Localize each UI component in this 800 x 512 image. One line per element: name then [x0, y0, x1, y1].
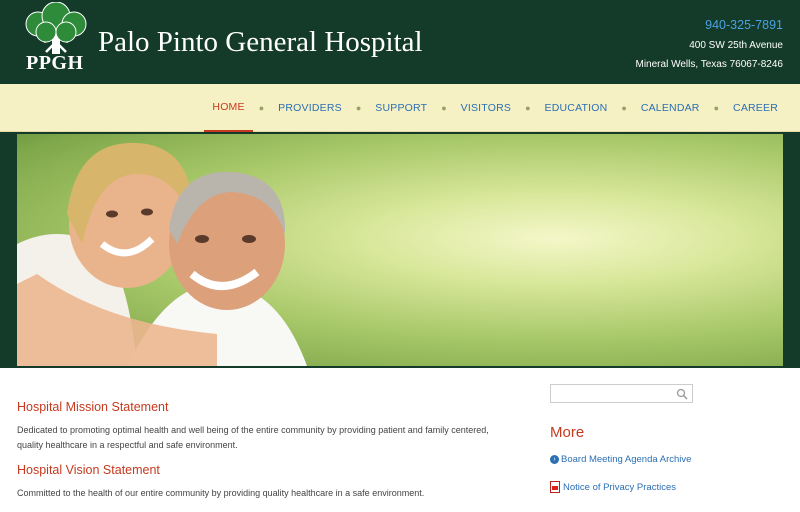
privacy-notice-link[interactable]: Notice of Privacy Practices: [550, 481, 676, 493]
nav-home[interactable]: HOME: [204, 84, 253, 132]
site-title[interactable]: Palo Pinto General Hospital: [98, 26, 423, 59]
nav-providers[interactable]: PROVIDERS: [270, 84, 350, 132]
board-agenda-label: Board Meeting Agenda Archive: [561, 454, 692, 465]
smiling-couple-image: [17, 142, 307, 366]
hero-image: [17, 134, 783, 366]
vision-text: Committed to the health of our entire co…: [17, 488, 425, 498]
nav-calendar[interactable]: CALENDAR: [633, 84, 708, 132]
nav-separator: ●: [713, 103, 720, 113]
address-line-2: Mineral Wells, Texas 76067-8246: [635, 58, 784, 70]
nav-separator: ●: [258, 103, 265, 113]
phone-link[interactable]: 940-325-7891: [636, 16, 783, 35]
nav-separator: ●: [621, 103, 627, 113]
main-nav: HOME ● PROVIDERS ● SUPPORT ● VISITORS ● …: [0, 84, 800, 132]
search-icon[interactable]: [676, 388, 688, 400]
nav-separator: ●: [525, 103, 531, 113]
contact-info: 940-325-7891 400 SW 25th Avenue Mineral …: [636, 16, 784, 72]
nav-separator: ●: [441, 103, 447, 113]
nav-career[interactable]: CAREER: [725, 84, 786, 132]
privacy-notice-label: Notice of Privacy Practices: [563, 481, 676, 493]
board-agenda-link[interactable]: › Board Meeting Agenda Archive: [550, 454, 691, 465]
more-heading: More: [550, 424, 585, 441]
mission-text: Dedicated to promoting optimal health an…: [17, 425, 489, 451]
pdf-icon: [550, 481, 560, 493]
address-line-1: 400 SW 25th Avenue: [689, 40, 783, 52]
search-input[interactable]: [551, 387, 671, 404]
nav-visitors[interactable]: VISITORS: [453, 84, 519, 132]
vision-title: Hospital Vision Statement: [17, 463, 160, 477]
site-header: PPGH Palo Pinto General Hospital 940-325…: [0, 0, 800, 84]
search-box: [550, 384, 693, 404]
logo-text: PPGH: [26, 52, 84, 74]
nav-education[interactable]: EDUCATION: [537, 84, 616, 132]
mission-title: Hospital Mission Statement: [17, 400, 169, 414]
nav-support[interactable]: SUPPORT: [367, 84, 435, 132]
hero-frame: [0, 132, 800, 368]
chevron-right-circle-icon: ›: [550, 455, 559, 464]
nav-separator: ●: [355, 103, 362, 113]
